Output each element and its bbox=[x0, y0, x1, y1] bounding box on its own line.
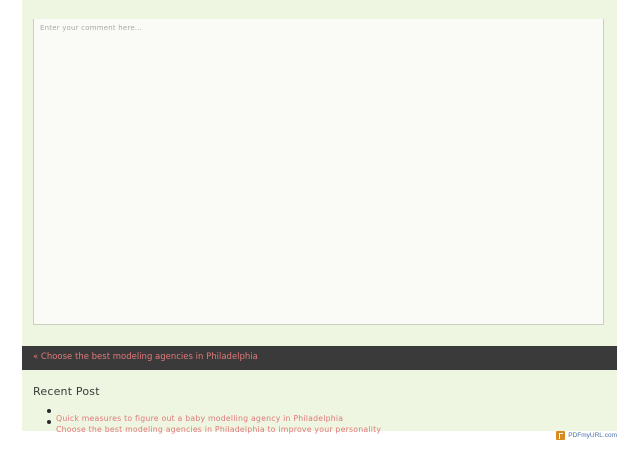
recent-post-link[interactable]: Choose the best modeling agencies in Phi… bbox=[56, 425, 381, 434]
post-navigation-bar: « Choose the best modeling agencies in P… bbox=[22, 346, 617, 370]
pdfmyurl-text: PDFmyURL.com bbox=[568, 431, 617, 439]
comment-textarea[interactable]: Enter your comment here... bbox=[33, 19, 604, 325]
list-item: Quick measures to figure out a baby mode… bbox=[47, 406, 381, 423]
previous-post-link[interactable]: « Choose the best modeling agencies in P… bbox=[33, 352, 258, 362]
pdf-icon bbox=[556, 430, 566, 440]
recent-post-list: Quick measures to figure out a baby mode… bbox=[47, 406, 381, 434]
list-item: Choose the best modeling agencies in Phi… bbox=[47, 417, 381, 434]
page: Enter your comment here... « Choose the … bbox=[0, 0, 638, 451]
comment-placeholder: Enter your comment here... bbox=[40, 24, 143, 32]
bullet-icon bbox=[47, 409, 51, 413]
recent-post-heading: Recent Post bbox=[33, 385, 100, 398]
bullet-icon bbox=[47, 420, 51, 424]
pdfmyurl-badge[interactable]: PDFmyURL.com bbox=[556, 430, 617, 440]
